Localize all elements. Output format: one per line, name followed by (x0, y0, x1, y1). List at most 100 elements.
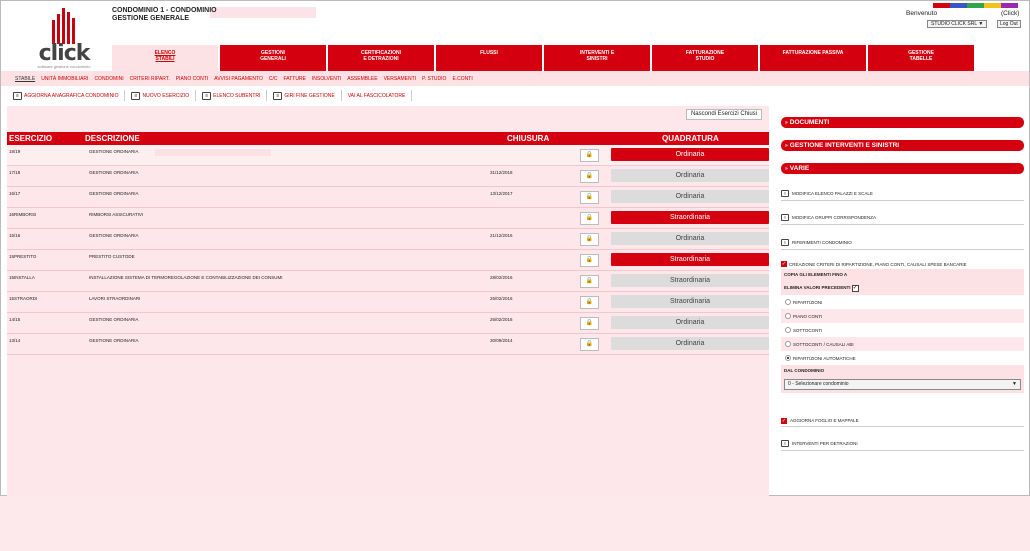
giri-fine-gestione-link[interactable]: ≡ GIRI FINE GESTIONE (267, 90, 342, 101)
table-row[interactable]: 16RIMBORSI RIMBORSI ASSICURATIVI 🔒 Strao… (7, 208, 769, 229)
tab-interventi-sinistri[interactable]: INTERVENTI E SINISTRI (544, 45, 650, 71)
strip-blue (950, 3, 967, 8)
modifica-palazzi-link[interactable]: ≡ MODIFICA ELENCO PALAZZI E SCALE (781, 187, 1024, 201)
lock-icon[interactable]: 🔒 (580, 275, 599, 288)
subnav-cc[interactable]: C/C (269, 76, 278, 82)
studio-select[interactable]: STUDIO CLICK SRL ▼ (927, 20, 988, 28)
interventi-detrazioni-link[interactable]: ≡ INTERVENTI PER DETRAZIONI (781, 437, 1024, 451)
quadratura-button[interactable]: Ordinaria (611, 316, 769, 329)
table-row[interactable]: 15PRESTITO PRESTITO CUSTODE 🔒 Straordina… (7, 250, 769, 271)
criteri-title[interactable]: ✓ CREAZIONE CRITERI DI RIPARTIZIONE, PIAN… (781, 259, 1024, 269)
aggiorna-anagrafica-link[interactable]: ≡ AGGIORNA ANAGRAFICA CONDOMINIO (13, 90, 126, 101)
lock-icon[interactable]: 🔒 (580, 191, 599, 204)
fascicolatore-link[interactable]: VAI AL FASCICOLATORE (342, 90, 413, 101)
quadratura-button[interactable]: Ordinaria (611, 169, 769, 182)
opt-sottoconti[interactable]: SOTTOCONTI (781, 323, 1024, 337)
opt-ripartizioni[interactable]: RIPARTIZIONI (781, 295, 1024, 309)
lock-icon[interactable]: 🔒 (580, 212, 599, 225)
tab-fatturazione-passiva[interactable]: FATTURAZIONE PASSIVA (760, 45, 866, 71)
varie-header[interactable]: » VARIE (781, 163, 1024, 174)
table-row[interactable]: 14/15 GESTIONE ORDINARIA 26/02/2016 🔒 Or… (7, 313, 769, 334)
document-icon: ≡ (131, 91, 141, 100)
subnav-stabile[interactable]: STABILE (15, 76, 35, 82)
interventi-header[interactable]: » GESTIONE INTERVENTI E SINISTRI (781, 140, 1024, 151)
elimina-checkbox[interactable]: ✓ (851, 285, 859, 292)
table-row[interactable]: 13/14 GESTIONE ORDINARIA 30/09/2014 🔒 Or… (7, 334, 769, 355)
riferimenti-link[interactable]: ≡ RIFERIMENTI CONDOMINIO (781, 236, 1024, 250)
table-row[interactable]: 15/16 GESTIONE ORDINARIA 21/12/2016 🔒 Or… (7, 229, 769, 250)
chevron-down-icon: ▼ (978, 21, 984, 27)
tab-flussi[interactable]: FLUSSI (436, 45, 542, 71)
opt-piano-conti[interactable]: PIANO CONTI (781, 309, 1024, 323)
quadratura-button[interactable]: Straordinaria (611, 253, 769, 266)
aggiorna-foglio-link[interactable]: ✓ AGGIORNA FOGLIO E MAPPALE (781, 415, 1024, 427)
table-row[interactable]: 18/19 GESTIONE ORDINARIA 🔒 Ordinaria (7, 145, 769, 166)
subnav-p-studio[interactable]: P. STUDIO (422, 76, 446, 82)
document-icon: ≡ (781, 190, 789, 197)
subnav-unita-immobiliari[interactable]: UNITÀ IMMOBILIARI (41, 76, 88, 82)
table-row[interactable]: 15INSTALLA INSTALLAZIONE SISTEMA DI TERM… (7, 271, 769, 292)
subnav-piano-conti[interactable]: PIANO CONTI (176, 76, 209, 82)
lock-icon[interactable]: 🔒 (580, 254, 599, 267)
radio-ripartizioni-auto[interactable] (785, 355, 791, 361)
tab-fatturazione-studio[interactable]: FATTURAZIONE STUDIO (652, 45, 758, 71)
quadratura-button[interactable]: Ordinaria (611, 190, 769, 203)
tab-elenco-stabili[interactable]: ELENCO STABILI (112, 45, 218, 71)
check-icon: ✓ (781, 417, 787, 424)
tab-gestione-tabelle[interactable]: GESTIONE TABELLE (868, 45, 974, 71)
criteri-section: ✓ CREAZIONE CRITERI DI RIPARTIZIONE, PIAN… (781, 259, 1024, 393)
radio-sottoconti-abi[interactable] (785, 341, 791, 347)
nuovo-esercizio-link[interactable]: ≡ NUOVO ESERCIZIO (125, 90, 197, 101)
subnav-condomini[interactable]: CONDOMINI (94, 76, 123, 82)
document-icon: ≡ (781, 239, 789, 246)
check-icon: ✓ (781, 261, 787, 267)
radio-piano-conti[interactable] (785, 313, 791, 319)
lock-icon[interactable]: 🔒 (580, 338, 599, 351)
lock-icon[interactable]: 🔒 (580, 149, 599, 162)
tab-certificazioni[interactable]: CERTIFICAZIONI E DETRAZIONI (328, 45, 434, 71)
building-logo-icon (52, 8, 75, 44)
subnav-avvisi-pagamento[interactable]: AVVISI PAGAMENTO (214, 76, 263, 82)
lock-icon[interactable]: 🔒 (580, 233, 599, 246)
table-row[interactable]: 17/18 GESTIONE ORDINARIA 31/12/2018 🔒 Or… (7, 166, 769, 187)
opt-ripartizioni-auto[interactable]: RIPARTIZIONI AUTOMATICHE (781, 351, 1024, 365)
tab-gestioni-generali[interactable]: GESTIONI GENERALI (220, 45, 326, 71)
hide-closed-button[interactable]: Nascondi Esercizi Chiusi (685, 109, 762, 120)
subnav-e-conti[interactable]: E.CONTI (452, 76, 472, 82)
chevron-right-icon: » (785, 120, 788, 126)
lock-icon[interactable]: 🔒 (580, 170, 599, 183)
document-icon: ≡ (13, 91, 22, 100)
action-toolbar: ≡ AGGIORNA ANAGRAFICA CONDOMINIO ≡ NUOVO E… (13, 90, 413, 101)
subnav-criteri-ripart[interactable]: CRITERI RIPART. (130, 76, 170, 82)
opt-sottoconti-abi[interactable]: SOTTOCONTI / CAUSALI ABI (781, 337, 1024, 351)
col-chiusura[interactable]: CHIUSURA (507, 134, 549, 143)
subnav-versamenti[interactable]: VERSAMENTI (384, 76, 417, 82)
quadratura-button[interactable]: Straordinaria (611, 211, 769, 224)
subnav-insolventi[interactable]: INSOLVENTI (312, 76, 341, 82)
quadratura-button[interactable]: Straordinaria (611, 295, 769, 308)
elenco-subentri-link[interactable]: ≡ ELENCO SUBENTRI (196, 90, 268, 101)
quadratura-button[interactable]: Ordinaria (611, 337, 769, 350)
condominio-select[interactable]: 0 - Selezionare condominio ▼ (784, 379, 1021, 390)
lock-icon[interactable]: 🔒 (580, 317, 599, 330)
subnav-assemblee[interactable]: ASSEMBLEE (347, 76, 377, 82)
col-descrizione[interactable]: DESCRIZIONE (85, 134, 140, 143)
quadratura-button[interactable]: Straordinaria (611, 274, 769, 287)
click-logo[interactable]: click software gestione condominio (31, 6, 97, 69)
col-quadratura[interactable]: QUADRATURA (662, 134, 719, 143)
documenti-header[interactable]: » DOCUMENTI (781, 117, 1024, 128)
subnav-fatture[interactable]: FATTURE (283, 76, 305, 82)
logout-button[interactable]: Log Out (997, 20, 1021, 28)
lock-icon[interactable]: 🔒 (580, 296, 599, 309)
col-esercizio[interactable]: ESERCIZIO (9, 134, 52, 143)
table-row[interactable]: 16/17 GESTIONE ORDINARIA 13/12/2017 🔒 Or… (7, 187, 769, 208)
radio-ripartizioni[interactable] (785, 299, 791, 305)
strip-red (933, 3, 950, 8)
quadratura-button[interactable]: Ordinaria (611, 232, 769, 245)
strip-green (967, 3, 984, 8)
quadratura-button[interactable]: Ordinaria (611, 148, 769, 161)
radio-sottoconti[interactable] (785, 327, 791, 333)
table-row[interactable]: 15STRAORDI LAVORI STRAORDINARI 26/02/201… (7, 292, 769, 313)
click-link[interactable]: (Click) (1001, 10, 1019, 17)
modifica-gruppi-link[interactable]: ≡ MODIFICA GRUPPI CORRISPONDENZA (781, 211, 1024, 225)
